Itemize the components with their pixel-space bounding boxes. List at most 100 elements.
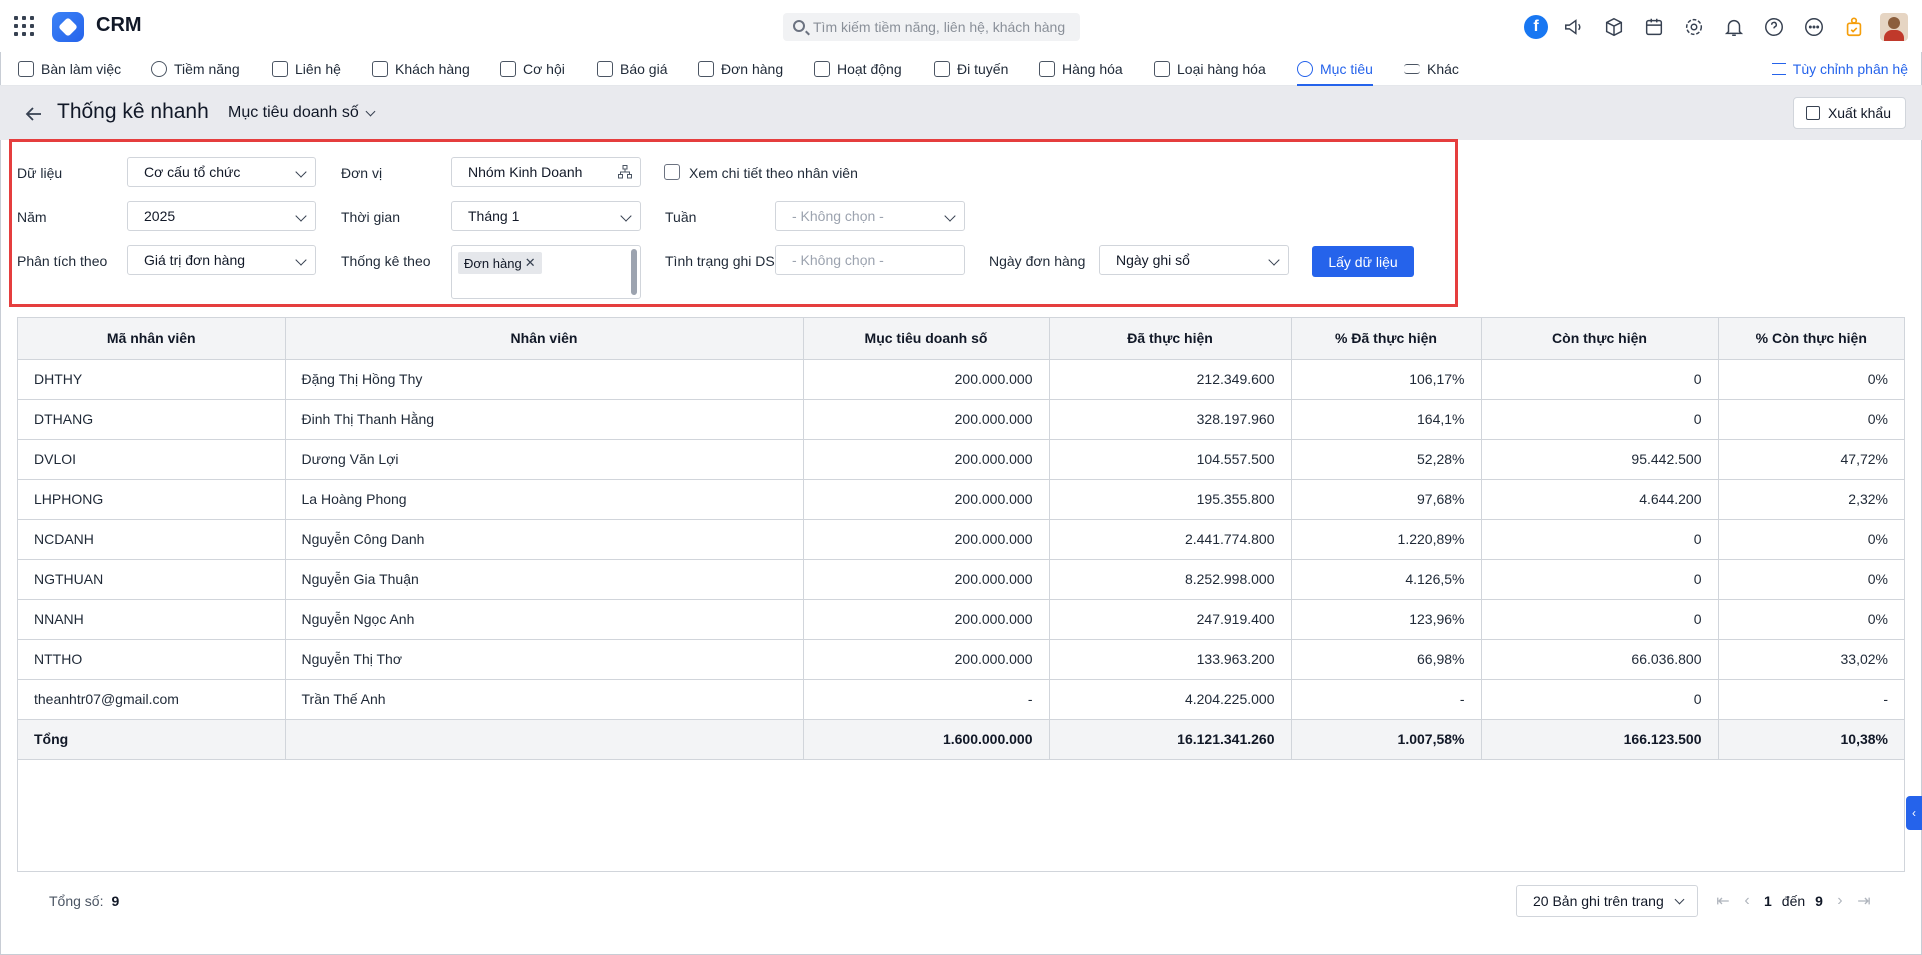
nav-item-label: Đơn hàng <box>721 61 784 77</box>
gear-icon[interactable] <box>1680 13 1708 41</box>
unit-select[interactable]: Nhóm Kinh Doanh <box>451 157 641 187</box>
table-cell: 97,68% <box>1291 479 1482 520</box>
table-cell: LHPHONG <box>18 479 286 520</box>
table-cell: 4.126,5% <box>1291 559 1482 600</box>
table-row[interactable]: NNANH Nguyễn Ngọc Anh 200.000.000 247.919.4… <box>18 599 1904 640</box>
route-icon <box>934 61 950 77</box>
table-row[interactable]: NTTHO Nguyễn Thị Thơ 200.000.000 133.963.20… <box>18 639 1904 680</box>
nav-item-product-types[interactable]: Loại hàng hóa <box>1154 52 1266 86</box>
page-size-select[interactable]: 20 Bản ghi trên trang <box>1516 885 1698 917</box>
column-header[interactable]: Nhân viên <box>285 318 804 360</box>
nav-item-more[interactable]: Khác <box>1404 52 1459 86</box>
search-box[interactable] <box>783 13 1080 41</box>
analyze-select[interactable]: Giá trị đơn hàng <box>127 245 316 275</box>
nav-item-products[interactable]: Hàng hóa <box>1039 52 1123 86</box>
badge-icon[interactable] <box>1840 13 1868 41</box>
first-page-icon[interactable]: ⇤ <box>1716 891 1730 911</box>
back-arrow-icon[interactable] <box>24 104 44 124</box>
column-header[interactable]: Mục tiêu doanh số <box>803 318 1050 360</box>
nav-item-quotes[interactable]: Báo giá <box>597 52 667 86</box>
nav-item-label: Mục tiêu <box>1320 61 1373 77</box>
help-icon[interactable] <box>1760 13 1788 41</box>
activity-icon <box>814 61 830 77</box>
date-select[interactable]: Ngày ghi sổ <box>1099 245 1289 275</box>
nav-item-customers[interactable]: Khách hàng <box>372 52 470 86</box>
user-avatar[interactable] <box>1880 13 1908 41</box>
customize-label: Tùy chỉnh phân hệ <box>1792 61 1908 77</box>
nav-item-desk[interactable]: Bàn làm việc <box>18 52 121 86</box>
table-row[interactable]: LHPHONG La Hoàng Phong 200.000.000 195.355.… <box>18 479 1904 520</box>
side-panel-toggle[interactable]: ‹ <box>1906 796 1922 830</box>
table-cell: 0% <box>1718 399 1904 440</box>
last-page-icon[interactable]: ⇥ <box>1857 891 1871 911</box>
data-select[interactable]: Cơ cấu tổ chức <box>127 157 316 187</box>
table-cell: 328.197.960 <box>1049 399 1292 440</box>
export-label: Xuất khẩu <box>1827 105 1891 121</box>
column-header[interactable]: % Còn thực hiện <box>1718 318 1904 360</box>
column-header[interactable]: Đã thực hiện <box>1049 318 1292 360</box>
unit-select-value: Nhóm Kinh Doanh <box>468 164 583 180</box>
nav-item-contacts[interactable]: Liên hệ <box>272 52 341 86</box>
get-data-button[interactable]: Lấy dữ liệu <box>1312 246 1414 277</box>
table-row[interactable]: NCDANH Nguyễn Công Danh 200.000.000 2.441.7… <box>18 519 1904 560</box>
column-header[interactable]: Mã nhân viên <box>18 318 286 360</box>
table-cell: 2.441.774.800 <box>1049 519 1292 560</box>
table-cell: - <box>1718 679 1904 720</box>
search-input[interactable] <box>813 13 1073 41</box>
chevron-left-icon: ‹ <box>1912 806 1916 820</box>
app-logo[interactable] <box>52 12 84 42</box>
grid-menu-icon[interactable] <box>14 16 34 36</box>
status-select[interactable]: - Không chọn - <box>775 245 965 275</box>
table-cell <box>285 719 804 760</box>
org-chart-icon[interactable] <box>618 165 632 179</box>
column-header[interactable]: % Đã thực hiện <box>1291 318 1482 360</box>
megaphone-icon[interactable] <box>1560 13 1588 41</box>
chevron-down-icon <box>295 254 307 266</box>
close-icon[interactable]: ✕ <box>525 255 536 271</box>
table-row[interactable]: theanhtr07@gmail.com Trần Thế Anh -4.204.2… <box>18 679 1904 720</box>
nav-item-routes[interactable]: Đi tuyến <box>934 52 1008 86</box>
time-select[interactable]: Tháng 1 <box>451 201 641 231</box>
week-select[interactable]: - Không chọn - <box>775 201 965 231</box>
table-row[interactable]: DVLOI Dương Văn Lợi 200.000.000 104.557.500… <box>18 439 1904 480</box>
facebook-icon[interactable]: f <box>1524 15 1548 39</box>
table-cell: 200.000.000 <box>803 359 1050 400</box>
nav-item-label: Loại hàng hóa <box>1177 61 1266 77</box>
nav-item-label: Đi tuyến <box>957 61 1009 77</box>
box-icon[interactable] <box>1600 13 1628 41</box>
nav-item-leads[interactable]: Tiềm năng <box>151 52 240 86</box>
record-count: Tổng số: 9 <box>49 893 119 909</box>
stat-tag-input[interactable]: Đơn hàng ✕ <box>451 245 641 299</box>
nav-item-targets[interactable]: Mục tiêu <box>1297 52 1373 86</box>
year-select-value: 2025 <box>144 208 176 224</box>
nav-item-opportunities[interactable]: Cơ hội <box>500 52 565 86</box>
column-header[interactable]: Còn thực hiện <box>1481 318 1719 360</box>
table-row[interactable]: NGTHUAN Nguyễn Gia Thuận 200.000.000 8.252.… <box>18 559 1904 600</box>
nav-item-activities[interactable]: Hoạt động <box>814 52 902 86</box>
table-row[interactable]: DHTHY Đặng Thị Hồng Thy 200.000.000 212.349… <box>18 359 1904 400</box>
table-cell: 200.000.000 <box>803 439 1050 480</box>
table-cell: 66,98% <box>1291 639 1482 680</box>
export-button[interactable]: Xuất khẩu <box>1792 97 1906 129</box>
table-row[interactable]: DTHANG Đinh Thị Thanh Hằng 200.000.000 328.… <box>18 399 1904 440</box>
table-cell: 133.963.200 <box>1049 639 1292 680</box>
bell-icon[interactable] <box>1720 13 1748 41</box>
table-cell: 200.000.000 <box>803 479 1050 520</box>
table-cell: 195.355.800 <box>1049 479 1292 520</box>
nav-item-orders[interactable]: Đơn hàng <box>698 52 783 86</box>
report-select[interactable]: Mục tiêu doanh số <box>228 104 376 122</box>
prev-page-icon[interactable]: ‹ <box>1740 892 1754 910</box>
table-cell: 0 <box>1481 359 1719 400</box>
table-cell: 247.919.400 <box>1049 599 1292 640</box>
year-select[interactable]: 2025 <box>127 201 316 231</box>
table-cell: NGTHUAN <box>18 559 286 600</box>
analyze-select-value: Giá trị đơn hàng <box>144 252 246 268</box>
table-cell: 212.349.600 <box>1049 359 1292 400</box>
analyze-label: Phân tích theo <box>17 253 108 269</box>
next-page-icon[interactable]: › <box>1833 892 1847 910</box>
calendar-icon[interactable] <box>1640 13 1668 41</box>
customize-modules-link[interactable]: Tùy chỉnh phân hệ <box>1771 52 1908 86</box>
scrollbar[interactable] <box>631 249 637 295</box>
more-icon[interactable] <box>1800 13 1828 41</box>
detail-checkbox[interactable] <box>664 164 680 180</box>
